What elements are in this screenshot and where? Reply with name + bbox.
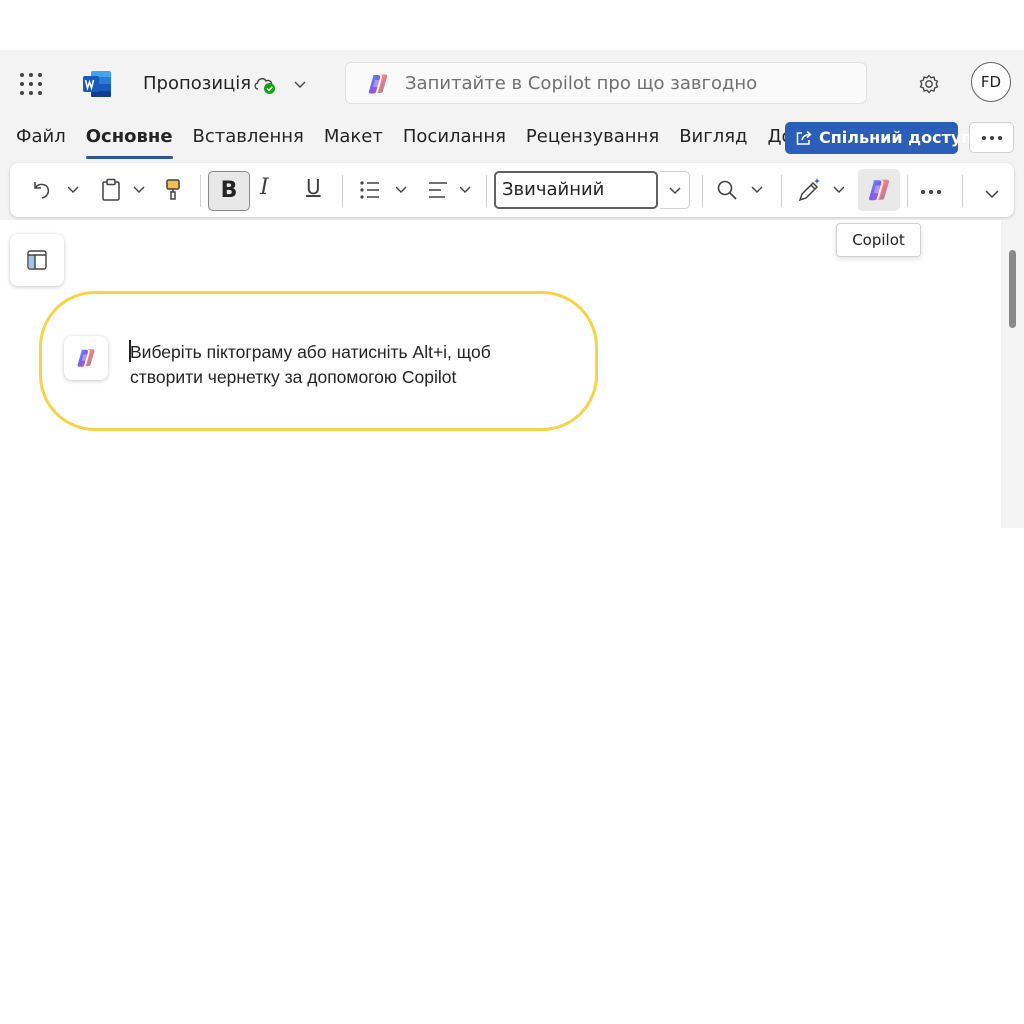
toolbar-divider [781,175,782,207]
bullet-list-icon[interactable] [358,178,382,202]
style-dropdown-button[interactable] [660,171,690,209]
tab-layout[interactable]: Макет [324,126,383,152]
ribbon-toolbar: B I U Звичайний [10,163,1014,217]
copilot-icon [866,177,892,203]
gear-icon[interactable] [917,72,941,96]
toolbar-divider [342,175,343,207]
app-launcher-icon[interactable] [20,73,42,95]
find-chevron-icon[interactable] [750,184,764,196]
scrollbar-thumb[interactable] [1009,250,1016,328]
dictate-pen-icon[interactable] [796,176,822,204]
tab-review[interactable]: Рецензування [526,126,659,152]
style-select[interactable]: Звичайний [494,171,658,209]
paste-chevron-icon[interactable] [132,184,146,196]
more-options-button[interactable] [969,122,1014,153]
tab-references[interactable]: Посилання [403,126,506,152]
clipboard-icon[interactable] [100,177,122,203]
tab-home[interactable]: Основне [85,126,173,159]
align-left-icon[interactable] [426,178,450,202]
document-title[interactable]: Пропозиція [143,73,251,94]
undo-icon[interactable] [30,178,54,202]
navigation-pane-icon [27,250,47,270]
share-icon [796,130,812,145]
designer-chevron-icon[interactable] [832,184,846,196]
word-logo-icon [83,71,111,97]
underline-button[interactable]: U [306,175,321,199]
undo-chevron-icon[interactable] [66,184,80,196]
word-app: Пропозиція Запитайте в Copilot про що за… [0,50,1024,528]
toolbar-divider [907,175,908,207]
toolbar-divider [702,175,703,207]
italic-button[interactable]: I [260,175,269,200]
copilot-search-input[interactable]: Запитайте в Copilot про що завгодно [345,62,867,104]
ribbon-tabs: Файл Основне Вставлення Макет Посилання … [16,126,863,159]
toolbar-divider [486,175,487,207]
bullet-chevron-icon[interactable] [394,184,408,196]
search-placeholder: Запитайте в Copilot про що завгодно [405,73,758,94]
align-chevron-icon[interactable] [458,184,472,196]
copilot-icon [75,347,97,369]
ribbon-more-button[interactable] [916,177,950,203]
search-icon[interactable] [715,178,739,202]
tab-insert[interactable]: Вставлення [193,126,304,152]
chevron-down-icon [669,187,681,194]
tab-file[interactable]: Файл [16,126,66,152]
copilot-draft-button[interactable] [64,336,108,380]
navigation-pane-button[interactable] [10,234,64,286]
user-avatar[interactable]: FD [971,62,1011,102]
share-button[interactable]: Спільний доступ [785,122,972,154]
format-painter-icon[interactable] [162,177,184,203]
copilot-tooltip: Copilot [836,223,921,257]
cloud-check-icon [254,77,275,94]
bold-button[interactable]: B [208,171,250,211]
toolbar-divider [200,175,201,207]
copilot-icon [366,72,390,96]
ribbon-expand-chevron-icon[interactable] [984,188,1000,200]
prompt-line: створити чернетку за допомогою Copilot [130,367,457,387]
toolbar-divider [962,175,963,207]
copilot-ribbon-button[interactable] [858,169,900,211]
share-button-label: Спільний доступ [819,128,973,147]
tab-view[interactable]: Вигляд [679,126,747,152]
prompt-line: Виберіть піктограму або натисніть Alt+i,… [130,342,491,362]
chevron-down-icon[interactable] [292,77,308,91]
copilot-draft-prompt[interactable]: Виберіть піктограму або натисніть Alt+i,… [130,340,570,390]
